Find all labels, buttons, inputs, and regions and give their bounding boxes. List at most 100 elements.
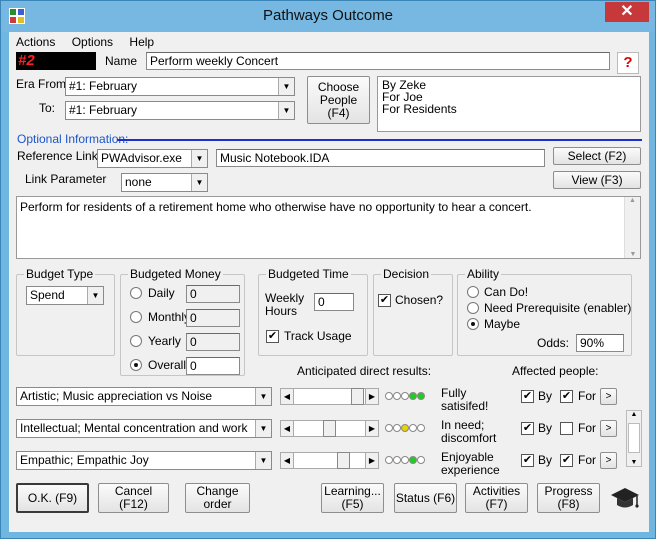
slider-left-icon[interactable]: ◀ — [280, 388, 294, 405]
by-label: By — [538, 453, 553, 467]
menu-options[interactable]: Options — [72, 35, 113, 49]
results-header: Anticipated direct results: — [297, 364, 432, 378]
era-from-label: Era From: — [16, 77, 70, 91]
radio-maybe[interactable] — [467, 318, 479, 330]
progress-button[interactable]: Progress (F8) — [537, 483, 600, 513]
name-field[interactable]: Perform weekly Concert — [146, 52, 610, 70]
link-parameter-select[interactable]: none ▼ — [121, 173, 208, 192]
track-usage-label: Track Usage — [284, 329, 352, 343]
menu-actions[interactable]: Actions — [16, 35, 55, 49]
maybe-label: Maybe — [484, 317, 521, 331]
by-label: By — [538, 421, 553, 435]
by-checkbox[interactable]: ✔ — [521, 422, 534, 435]
menu-help[interactable]: Help — [129, 35, 154, 49]
result-slider[interactable]: ◀ ▶ — [280, 420, 379, 437]
era-to-select[interactable]: #1: February ▼ — [65, 101, 295, 120]
learning-button[interactable]: Learning... (F5) — [321, 483, 384, 513]
for-checkbox[interactable]: ✔ — [560, 390, 573, 403]
expand-arrow-button[interactable]: > — [600, 388, 617, 405]
monthly-field[interactable]: 0 — [186, 309, 240, 327]
budget-type-select[interactable]: Spend ▼ — [26, 286, 104, 305]
overall-label: Overall — [148, 358, 187, 372]
slider-thumb[interactable] — [351, 388, 364, 405]
track-usage-checkbox[interactable]: ✔ — [266, 330, 279, 343]
yearly-field[interactable]: 0 — [186, 333, 240, 351]
title-bar: Pathways Outcome ✕ — [1, 1, 655, 32]
slider-right-icon[interactable]: ▶ — [365, 388, 379, 405]
scroll-down-icon[interactable]: ▼ — [627, 459, 641, 466]
radio-need-prerequisite[interactable] — [467, 302, 479, 314]
menu-bar: Actions Options Help — [16, 35, 167, 49]
results-scrollbar[interactable]: ▲ ▼ — [626, 410, 642, 467]
description-box[interactable]: Perform for residents of a retirement ho… — [16, 196, 641, 259]
close-button[interactable]: ✕ — [605, 2, 649, 22]
status-button[interactable]: Status (F6) — [394, 483, 457, 513]
expand-arrow-button[interactable]: > — [600, 420, 617, 437]
radio-yearly[interactable] — [130, 335, 142, 347]
result-category-select[interactable]: Artistic; Music appreciation vs Noise ▼ — [16, 387, 272, 406]
radio-can-do[interactable] — [467, 286, 479, 298]
by-checkbox[interactable]: ✔ — [521, 454, 534, 467]
radio-monthly[interactable] — [130, 311, 142, 323]
level-dot — [401, 392, 409, 400]
select-button[interactable]: Select (F2) — [553, 147, 641, 165]
app-window: Pathways Outcome ✕ Actions Options Help … — [0, 0, 656, 539]
slider-left-icon[interactable]: ◀ — [280, 452, 294, 469]
outcome-number: #2 — [16, 52, 96, 70]
chevron-down-icon: ▼ — [255, 452, 271, 469]
radio-daily[interactable] — [130, 287, 142, 299]
result-category-value: Intellectual; Mental concentration and w… — [20, 421, 248, 435]
by-checkbox[interactable]: ✔ — [521, 390, 534, 403]
budgeted-money-title: Budgeted Money — [128, 267, 223, 281]
slider-right-icon[interactable]: ▶ — [365, 420, 379, 437]
level-dot — [417, 424, 425, 432]
for-checkbox[interactable] — [560, 422, 573, 435]
slider-left-icon[interactable]: ◀ — [280, 420, 294, 437]
level-indicator — [385, 392, 425, 402]
optional-info-label: Optional Information: — [17, 132, 129, 146]
scroll-up-icon[interactable]: ▲ — [627, 411, 641, 418]
weekly-hours-field[interactable]: 0 — [314, 293, 354, 311]
expand-arrow-button[interactable]: > — [600, 452, 617, 469]
cancel-button[interactable]: Cancel (F12) — [98, 483, 169, 513]
result-slider[interactable]: ◀ ▶ — [280, 452, 379, 469]
chosen-checkbox[interactable]: ✔ — [378, 294, 391, 307]
ok-button[interactable]: O.K. (F9) — [16, 483, 89, 513]
daily-field[interactable]: 0 — [186, 285, 240, 303]
budget-type-group: Budget Type Spend ▼ — [16, 267, 115, 356]
result-slider[interactable]: ◀ ▶ — [280, 388, 379, 405]
level-dot — [417, 456, 425, 464]
change-order-button[interactable]: Change order — [185, 483, 250, 513]
daily-label: Daily — [148, 286, 175, 300]
level-dot — [385, 456, 393, 464]
reference-app-select[interactable]: PWAdvisor.exe ▼ — [97, 149, 208, 168]
reference-file-field[interactable]: Music Notebook.IDA — [216, 149, 545, 167]
chevron-down-icon: ▼ — [191, 174, 207, 191]
level-dot — [393, 424, 401, 432]
budgeted-time-title: Budgeted Time — [266, 267, 351, 281]
view-button[interactable]: View (F3) — [553, 171, 641, 189]
slider-thumb[interactable] — [337, 452, 350, 469]
list-item[interactable]: For Residents — [382, 103, 636, 115]
help-icon[interactable]: ? — [617, 52, 639, 74]
level-dot — [385, 392, 393, 400]
people-list[interactable]: By Zeke For Joe For Residents — [377, 76, 641, 132]
scroll-thumb[interactable] — [628, 423, 640, 453]
radio-overall[interactable] — [130, 359, 142, 371]
odds-field[interactable]: 90% — [576, 334, 624, 352]
overall-field[interactable]: 0 — [186, 357, 240, 375]
slider-thumb[interactable] — [323, 420, 336, 437]
era-from-select[interactable]: #1: February ▼ — [65, 77, 295, 96]
slider-right-icon[interactable]: ▶ — [365, 452, 379, 469]
result-category-select[interactable]: Intellectual; Mental concentration and w… — [16, 419, 272, 438]
window-title: Pathways Outcome — [262, 7, 394, 24]
scroll-up-icon[interactable]: ▲ — [625, 197, 640, 204]
choose-people-button[interactable]: Choose People (F4) — [307, 76, 370, 124]
activities-button[interactable]: Activities (F7) — [465, 483, 528, 513]
result-category-select[interactable]: Empathic; Empathic Joy ▼ — [16, 451, 272, 470]
description-scrollbar[interactable]: ▲ ▼ — [624, 197, 640, 258]
decision-title: Decision — [381, 267, 432, 281]
for-checkbox[interactable]: ✔ — [560, 454, 573, 467]
result-category-value: Empathic; Empathic Joy — [20, 453, 149, 467]
scroll-down-icon[interactable]: ▼ — [625, 251, 641, 258]
